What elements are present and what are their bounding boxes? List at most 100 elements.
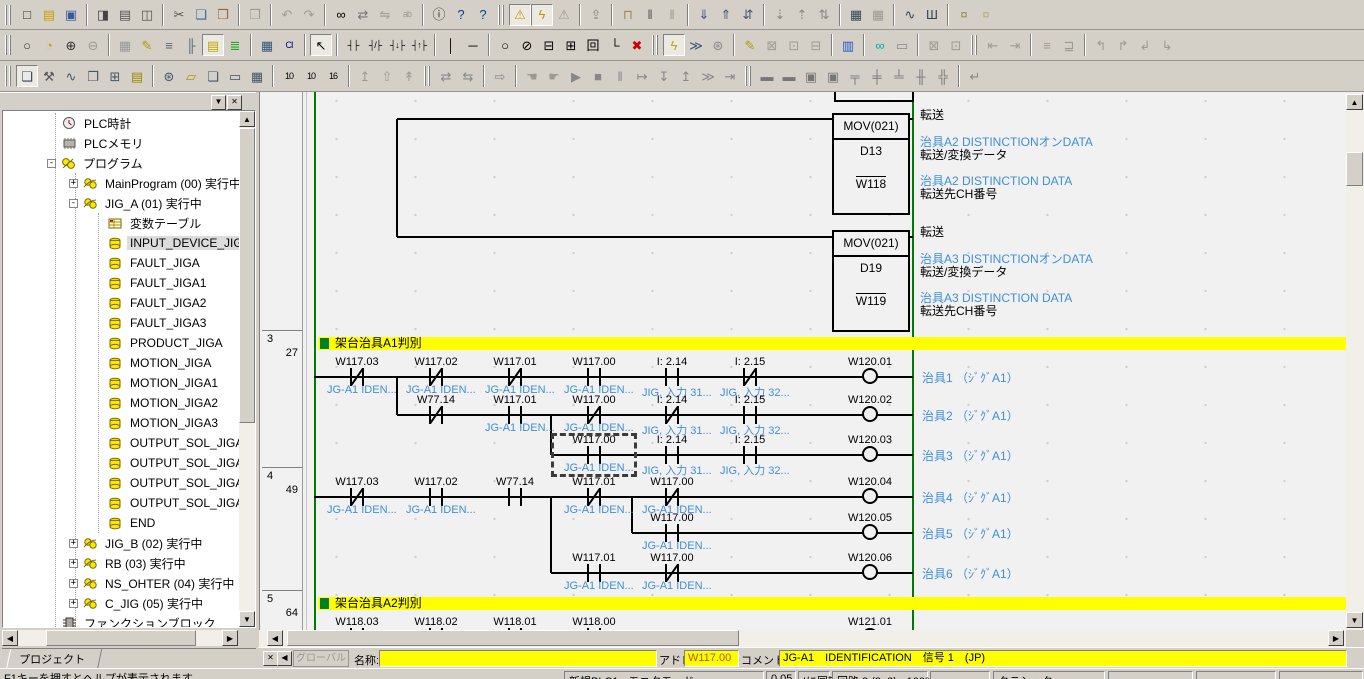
name-field[interactable] [379,650,657,667]
panel-menu-button[interactable]: ▼ [211,95,226,110]
comment-dialog-button[interactable]: ✎ [136,34,158,56]
ladder-vscroll-thumb[interactable] [1346,152,1363,186]
redo-button[interactable]: ↷ [298,4,320,26]
zoom-out-button[interactable]: ⊖ [82,34,104,56]
symbol-bar-close-button[interactable]: ✕ [263,651,278,666]
io-comment-view-button[interactable]: ╟ [180,34,202,56]
new-fb-invoke-button[interactable]: 回 [582,34,604,56]
tree-scroll-left-button[interactable]: ◀ [2,630,18,646]
tree-item-rb-03-[interactable]: +RB (03) 実行中 [3,553,239,573]
toolbar-grip[interactable] [971,35,978,55]
new-contact-closed-button[interactable]: ┤/├ [364,34,386,56]
find-ab-button[interactable]: ab [396,4,418,26]
monitor-decimal-button[interactable]: 10 [278,65,300,87]
grid-toggle-button[interactable]: ▦ [114,34,136,56]
instruction-operand[interactable]: W118 [834,177,908,191]
step-out-button[interactable]: ↥ [675,65,697,87]
step-up-1-button[interactable]: ↥ [354,65,376,87]
ladder-vscrollbar[interactable]: ▲ ▼ [1346,92,1364,630]
diff-monitor-2-button[interactable]: ╪ [866,65,888,87]
online-edit-rungs-button[interactable]: ϟ [663,34,685,56]
page-layout-button[interactable]: ❏ [202,65,224,87]
undo-button[interactable]: ↶ [276,4,298,26]
collapse-icon[interactable]: - [69,199,78,208]
paste-brief-button[interactable]: ❒ [244,4,266,26]
tab-project[interactable]: プロジェクト [6,649,102,670]
online-monitor-button[interactable]: ϟ [531,4,553,26]
toolbar-grip[interactable] [745,66,752,86]
tree-scroll-right-button[interactable]: ▶ [222,630,238,646]
toolbar-grip[interactable] [652,35,659,55]
run-to-end-button[interactable]: ⇥ [719,65,741,87]
transfer-warning-button[interactable]: ⇪ [585,4,607,26]
tree-scroll-thumb[interactable] [239,128,255,423]
tree-item--[interactable]: ファンクションブロック [3,613,239,627]
find-warning-button[interactable]: ⚠ [553,4,575,26]
breakpoint-4-button[interactable]: ▣ [822,65,844,87]
about-info-button[interactable]: ⓘ [428,4,450,26]
tree-item-product-jiga[interactable]: PRODUCT_JIGA [3,333,239,353]
partial-transfer-up-button[interactable]: ⇡ [791,4,813,26]
breakpoint-1-button[interactable]: ▬ [756,65,778,87]
tree-item-fault-jiga[interactable]: FAULT_JIGA [3,253,239,273]
tree-item-motion-jiga[interactable]: MOTION_JIGA [3,353,239,373]
ladder-scroll-down-button[interactable]: ▼ [1346,612,1363,628]
edit-begin-button[interactable]: ✎ [739,34,761,56]
align-left-button[interactable]: ≡ [1036,34,1058,56]
new-instruction-button[interactable]: ⊟ [538,34,560,56]
rung-margin-cell[interactable]: 327 [262,330,302,467]
rung-margin-cell[interactable] [262,92,302,330]
tree-scroll-up-button[interactable]: ▲ [239,111,255,127]
tree-item-output-sol-jiga2[interactable]: OUTPUT_SOL_JIGA2 [3,473,239,493]
go-to-next-address-button[interactable]: ↰ [1090,34,1112,56]
debug-stop-button[interactable]: ■ [587,65,609,87]
new-instruction-2-button[interactable]: ⊞ [560,34,582,56]
zoom-highlight-button[interactable]: ◔ [38,34,60,56]
monitor-hex-button[interactable]: 16 [322,65,344,87]
force-on-button[interactable]: ⊠ [923,34,945,56]
select-mode-button[interactable]: ↖ [310,34,332,56]
io-table-window-2-button[interactable]: ▦ [867,4,889,26]
properties-button[interactable]: ▤ [126,65,148,87]
toolbar-grip[interactable] [424,66,431,86]
symbol-table-button[interactable]: ▦ [256,34,278,56]
address-find-button[interactable]: ⇄ [352,4,374,26]
cascade-windows-button[interactable]: ❏ [16,65,38,87]
replace-button[interactable]: ⇋ [374,4,396,26]
expand-icon[interactable]: + [69,539,78,548]
watch-window-2-button[interactable]: ▭ [891,34,913,56]
transfer-from-plc-button[interactable]: ⇑ [715,4,737,26]
expand-icon[interactable]: + [69,599,78,608]
rung-margin-cell[interactable]: 449 [262,467,302,590]
memory-view-button[interactable]: ▦ [246,65,268,87]
instruction-operand[interactable]: D13 [834,144,908,158]
online-edit-send-button[interactable]: ≫ [685,34,707,56]
toolbar-grip[interactable] [5,35,12,55]
address-tag-button[interactable]: ▱ [180,65,202,87]
release-password-button[interactable]: ¤ [975,4,997,26]
address-reference-tool-button[interactable]: ▥ [837,34,859,56]
breakpoint-2-button[interactable]: ▬ [778,65,800,87]
indent-button[interactable]: ⇤ [982,34,1004,56]
ladder-scroll-right-button[interactable]: ▶ [1328,630,1344,646]
find-small-button[interactable]: ○ [16,34,38,56]
rung-section-title[interactable]: 架台治具А1判別 [318,337,1346,350]
force-off-button[interactable]: ⊡ [945,34,967,56]
cross-ref-window-button[interactable]: ❐ [82,65,104,87]
monitor-signed-decimal-button[interactable]: 10 [300,65,322,87]
instruction-box-mov[interactable]: MOV(021)D13W118 [832,113,910,215]
diff-monitor-1-button[interactable]: ╤ [844,65,866,87]
tree-item-motion-jiga1[interactable]: MOTION_JIGA1 [3,373,239,393]
tree-item-fault-jiga3[interactable]: FAULT_JIGA3 [3,313,239,333]
ladder-hscrollbar[interactable]: ◀ ▶ [259,630,1346,647]
tree-item-input-device-jig[interactable]: INPUT_DEVICE_JIG [3,233,239,253]
new-vertical-button[interactable]: │ [440,34,462,56]
new-file-button[interactable]: □ [16,4,38,26]
instruction-box-mov[interactable]: MOV(021)D19W119 [832,230,910,332]
tree-item-output-sol-jiga[interactable]: OUTPUT_SOL_JIGA [3,433,239,453]
new-corner-button[interactable]: └ [604,34,626,56]
data-trace-button[interactable]: ∿ [899,4,921,26]
zoom-in-button[interactable]: ⊕ [60,34,82,56]
debug-run-button[interactable]: ▶ [565,65,587,87]
diff-monitor-5-button[interactable]: ╬ [932,65,954,87]
